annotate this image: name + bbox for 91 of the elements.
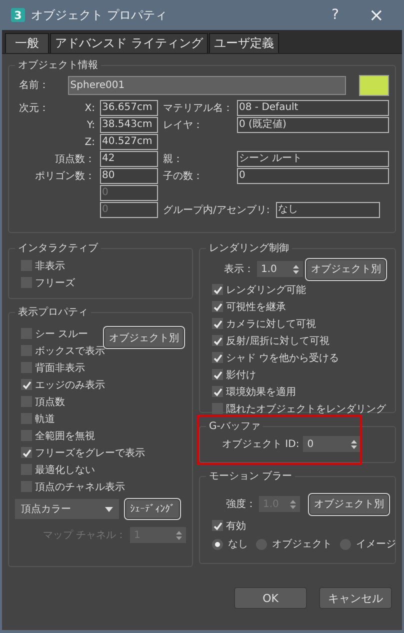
checkbox-label: 反射/屈折に対して可視 — [226, 334, 330, 348]
group-title: オブジェクト情報 — [17, 58, 99, 72]
shading-button[interactable]: ｼｪｰﾃﾞｨﾝｸﾞ — [125, 499, 180, 519]
radio-label: オブジェクト — [272, 538, 332, 551]
checkbox-label: 最適化しない — [35, 464, 95, 476]
field-label: オブジェクト ID: — [222, 438, 300, 451]
value-field: 38.543cm — [100, 117, 158, 133]
radio-label: イメージ — [356, 538, 396, 551]
group-title: G-バッファ — [208, 420, 262, 433]
name-field[interactable]: Sphere001 — [68, 76, 346, 94]
radio-button[interactable] — [212, 538, 223, 550]
checkbox-label: 全範囲を無視 — [35, 430, 95, 442]
checkbox-label: シー スルー — [35, 328, 88, 340]
checkbox[interactable] — [21, 379, 32, 390]
checkbox-label: フリーズをグレーで表示 — [35, 446, 145, 460]
group-title: モーション ブラー — [208, 470, 294, 483]
value-field: 0 — [100, 185, 158, 201]
group-title: 表示プロパティ — [17, 306, 89, 319]
field-label: Z: — [84, 136, 95, 148]
field-label: 次元： — [19, 102, 49, 115]
checkbox-label: 頂点数 — [35, 396, 65, 408]
checkbox-label: ボックスで表示 — [35, 344, 105, 358]
checkbox-label: 環境効果を適用 — [226, 386, 296, 398]
checkbox[interactable] — [212, 335, 223, 346]
checkbox-label: 非表示 — [35, 260, 65, 272]
help-button[interactable]: ? — [323, 3, 347, 27]
field-label: 名前： — [18, 79, 50, 92]
dropdown-value: 頂点カラー — [21, 502, 71, 516]
value-field: 42 — [100, 151, 158, 167]
radio-label: なし — [228, 538, 248, 551]
app-icon: 3 — [11, 8, 25, 22]
checkbox[interactable] — [212, 520, 223, 531]
by-object-button[interactable]: オブジェクト別 — [104, 327, 184, 348]
cancel-button[interactable]: キャンセル — [319, 587, 392, 609]
spinner-arrows-icon[interactable] — [293, 264, 299, 274]
color-swatch[interactable] — [359, 74, 389, 96]
checkbox-label: 影付け — [226, 368, 256, 382]
spinner-field[interactable]: 1.0 — [257, 261, 303, 277]
checkbox-label: 背面非表示 — [35, 362, 85, 374]
checkbox-label: カメラに対して可視 — [226, 318, 316, 330]
value-field: 0 — [237, 168, 389, 184]
ok-button[interactable]: OK — [234, 587, 307, 609]
field-label: 頂点数： — [55, 152, 95, 166]
by-object-button[interactable]: オブジェクト別 — [309, 494, 389, 514]
field-label: X: — [84, 102, 95, 114]
checkbox-label: レンダリング可能 — [226, 284, 306, 296]
field-label: 親： — [163, 152, 184, 166]
checkbox-label: 隠れたオブジェクトをレンダリング — [226, 402, 386, 416]
dropdown[interactable]: 頂点カラー — [15, 499, 119, 519]
dropdown-arrow-icon — [105, 506, 113, 512]
field-label: 表示： — [224, 262, 254, 276]
value-field: 0 — [100, 202, 158, 218]
value-field: 0 (既定値) — [237, 117, 389, 133]
value-field: 08 - Default — [237, 100, 389, 116]
checkbox[interactable] — [212, 318, 223, 329]
field-label: 子の数： — [163, 170, 204, 183]
close-button[interactable]: × — [360, 3, 392, 27]
field-label: グループ内/アセンブリ: — [163, 204, 270, 217]
checkbox-label: シャド ウを他から受ける — [226, 352, 340, 364]
checkbox[interactable] — [21, 447, 32, 458]
tab[interactable]: ユーザ定義 — [208, 33, 279, 53]
value-field: シーン ルート — [237, 151, 389, 167]
checkbox[interactable] — [212, 403, 223, 414]
value-field: 80 — [100, 168, 158, 184]
field-label: Y: — [86, 120, 95, 130]
spinner-field[interactable]: 0 — [303, 436, 362, 452]
checkbox-label: 頂点のチャネル表示 — [35, 480, 125, 494]
field-label: マテリアル名： — [163, 102, 234, 115]
value-field: なし — [276, 202, 380, 218]
tab[interactable]: 一般 — [5, 33, 49, 53]
checkbox[interactable] — [212, 386, 223, 397]
field-label: レイヤ： — [163, 119, 204, 132]
group-title: レンダリング制御 — [208, 242, 290, 255]
by-object-button[interactable]: オブジェクト別 — [306, 258, 386, 280]
value-field: 40.527cm — [100, 134, 158, 150]
checkbox[interactable] — [212, 369, 223, 380]
window-title: オブジェクト プロパティ — [31, 6, 167, 24]
checkbox-label: フリーズ — [35, 276, 75, 290]
checkbox-label: 有効 — [226, 520, 246, 532]
field-label: ポリゴン数： — [35, 170, 95, 183]
checkbox[interactable] — [212, 284, 223, 295]
tab[interactable]: アドバンスド ライティング — [50, 33, 208, 53]
checkbox-label: 軌道 — [35, 412, 55, 426]
field-label: 強度： — [226, 498, 256, 511]
spinner-arrows-icon[interactable] — [351, 440, 358, 448]
value-field: 36.657cm — [100, 100, 158, 116]
checkbox-label: エッジのみ表示 — [35, 378, 105, 392]
group-title: インタラクティブ — [17, 242, 99, 255]
checkbox[interactable] — [212, 301, 223, 312]
checkbox-label: 可視性を継承 — [226, 300, 286, 314]
checkbox[interactable] — [212, 352, 223, 363]
